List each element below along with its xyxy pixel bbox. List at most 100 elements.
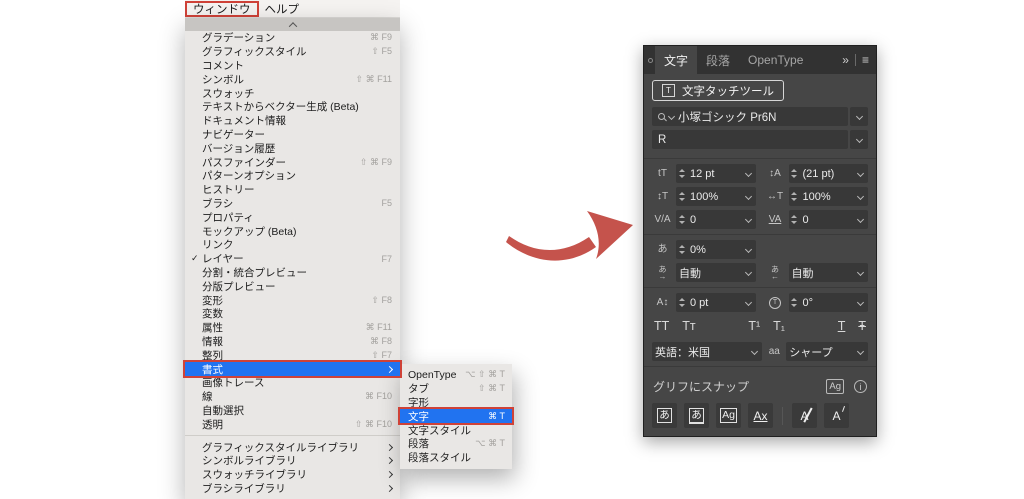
vertical-scale-value[interactable]: 100%: [687, 191, 741, 203]
aki-left-dropdown[interactable]: [741, 270, 756, 275]
font-size-dropdown[interactable]: [741, 171, 756, 176]
menu-item[interactable]: 画像トレース: [185, 376, 400, 390]
character-rotation-dropdown[interactable]: [853, 300, 868, 305]
menu-item[interactable]: 整列⇧ F7: [185, 348, 400, 362]
leading-value[interactable]: (21 pt): [800, 168, 854, 180]
tracking-stepper[interactable]: [789, 215, 800, 224]
menu-item[interactable]: 線⌘ F10: [185, 390, 400, 404]
menu-item[interactable]: 情報⌘ F8: [185, 335, 400, 349]
leading-dropdown[interactable]: [853, 171, 868, 176]
kerning-value[interactable]: 0: [687, 214, 741, 226]
expand-panel-icon[interactable]: »: [842, 53, 849, 67]
tsume-dropdown[interactable]: [741, 247, 756, 252]
tsume-value[interactable]: 0%: [687, 244, 741, 256]
horizontal-scale-field[interactable]: ↔T 100%: [765, 187, 869, 206]
font-family-dropdown-button[interactable]: [850, 107, 868, 126]
font-style-input[interactable]: R: [652, 130, 848, 149]
aki-left-field[interactable]: あ→ 自動: [652, 263, 756, 282]
menu-item[interactable]: タブ⇧ ⌘ T: [400, 382, 512, 396]
menu-item[interactable]: 分版プレビュー: [185, 279, 400, 293]
leading-stepper[interactable]: [789, 169, 800, 178]
tracking-value[interactable]: 0: [800, 214, 854, 226]
glyph-guides-icon[interactable]: Ag: [826, 379, 844, 394]
aki-right-value[interactable]: 自動: [789, 265, 854, 281]
menu-item[interactable]: 段落スタイル: [400, 451, 512, 465]
menu-scroll-up[interactable]: [185, 18, 400, 31]
menu-item[interactable]: リンク: [185, 238, 400, 252]
menu-item[interactable]: モックアップ (Beta): [185, 224, 400, 238]
font-family-input[interactable]: 小塚ゴシック Pr6N: [652, 107, 848, 126]
a-slash-button[interactable]: A: [792, 403, 817, 428]
baseline-shift-dropdown[interactable]: [741, 300, 756, 305]
tracking-dropdown[interactable]: [853, 217, 868, 222]
all-caps-button[interactable]: TT: [654, 319, 669, 333]
menubar-item-help[interactable]: ヘルプ: [259, 1, 306, 17]
menu-item[interactable]: 段落⌥ ⌘ T: [400, 437, 512, 451]
menu-item[interactable]: シンボル⇧ ⌘ F11: [185, 72, 400, 86]
kerning-dropdown[interactable]: [741, 217, 756, 222]
font-size-field[interactable]: tT 12 pt: [652, 164, 756, 183]
character-rotation-value[interactable]: 0°: [800, 297, 854, 309]
font-size-stepper[interactable]: [676, 169, 687, 178]
kerning-field[interactable]: V/A 0: [652, 210, 756, 229]
menu-item[interactable]: シンボルライブラリ: [185, 454, 400, 468]
font-size-value[interactable]: 12 pt: [687, 168, 741, 180]
menu-item[interactable]: テキストからベクター生成 (Beta): [185, 100, 400, 114]
menu-item[interactable]: グラデーション⌘ F9: [185, 31, 400, 45]
font-style-dropdown-button[interactable]: [850, 130, 868, 149]
tab-character[interactable]: 文字: [655, 46, 697, 74]
anti-alias-select[interactable]: シャープ: [786, 342, 868, 361]
menu-item[interactable]: OpenType⌥ ⇧ ⌘ T: [400, 368, 512, 382]
leading-field[interactable]: ↕A (21 pt): [765, 164, 869, 183]
horizontal-scale-dropdown[interactable]: [853, 194, 868, 199]
subscript-button[interactable]: T₁: [773, 319, 785, 333]
kerning-stepper[interactable]: [676, 215, 687, 224]
horizontal-scale-stepper[interactable]: [789, 192, 800, 201]
tracking-field[interactable]: VA 0: [765, 210, 869, 229]
language-select[interactable]: 英語：米国: [652, 342, 762, 361]
superscript-button[interactable]: T¹: [748, 319, 760, 333]
tab-paragraph[interactable]: 段落: [697, 46, 739, 74]
menu-item[interactable]: グラフィックスタイル⇧ F5: [185, 45, 400, 59]
menu-item[interactable]: パスファインダー⇧ ⌘ F9: [185, 155, 400, 169]
menu-item[interactable]: 変数: [185, 307, 400, 321]
baseline-shift-field[interactable]: A↕ 0 pt: [652, 293, 756, 312]
horizontal-scale-value[interactable]: 100%: [800, 191, 854, 203]
baseline-shift-value[interactable]: 0 pt: [687, 297, 741, 309]
ag-box-button[interactable]: Ag: [716, 403, 741, 428]
vertical-scale-field[interactable]: ↕T 100%: [652, 187, 756, 206]
vertical-scale-stepper[interactable]: [676, 192, 687, 201]
menu-item[interactable]: 文字⌘ T: [400, 409, 512, 423]
small-caps-button[interactable]: Tᴛ: [682, 319, 695, 333]
menu-item[interactable]: 透明⇧ ⌘ F10: [185, 417, 400, 431]
touch-type-tool-button[interactable]: T 文字タッチツール: [652, 80, 784, 101]
menu-item[interactable]: スウォッチ: [185, 86, 400, 100]
menu-item[interactable]: 文字スタイル: [400, 423, 512, 437]
menu-item[interactable]: 分割・統合プレビュー: [185, 266, 400, 280]
menu-item[interactable]: プロパティ: [185, 210, 400, 224]
aki-right-field[interactable]: あ← 自動: [765, 263, 869, 282]
tsume-field[interactable]: あ 0%: [652, 240, 756, 259]
menu-item[interactable]: 書式: [185, 362, 400, 376]
a-accent-button[interactable]: A: [824, 403, 849, 428]
menubar-item-window[interactable]: ウィンドウ: [185, 1, 259, 17]
menu-item[interactable]: 変形⇧ F8: [185, 293, 400, 307]
aki-right-dropdown[interactable]: [853, 270, 868, 275]
panel-cycle-icon[interactable]: [648, 58, 653, 63]
menu-item[interactable]: ブラシF5: [185, 197, 400, 211]
vertical-scale-dropdown[interactable]: [741, 194, 756, 199]
hiragana-a-box-button[interactable]: あ: [652, 403, 677, 428]
strikethrough-button[interactable]: Ŧ: [858, 319, 866, 333]
hiragana-a-box-underline-button[interactable]: あ: [684, 403, 709, 428]
menu-item[interactable]: バージョン履歴: [185, 141, 400, 155]
menu-item[interactable]: ブラシライブラリ: [185, 482, 400, 496]
character-rotation-field[interactable]: T 0°: [765, 293, 869, 312]
menu-item[interactable]: コメント: [185, 59, 400, 73]
menu-item[interactable]: 属性⌘ F11: [185, 321, 400, 335]
ax-underline-button[interactable]: Ax: [748, 403, 773, 428]
baseline-shift-stepper[interactable]: [676, 298, 687, 307]
character-rotation-stepper[interactable]: [789, 298, 800, 307]
menu-item[interactable]: ✓レイヤーF7: [185, 252, 400, 266]
menu-item[interactable]: ヒストリー: [185, 183, 400, 197]
menu-item[interactable]: ドキュメント情報: [185, 114, 400, 128]
